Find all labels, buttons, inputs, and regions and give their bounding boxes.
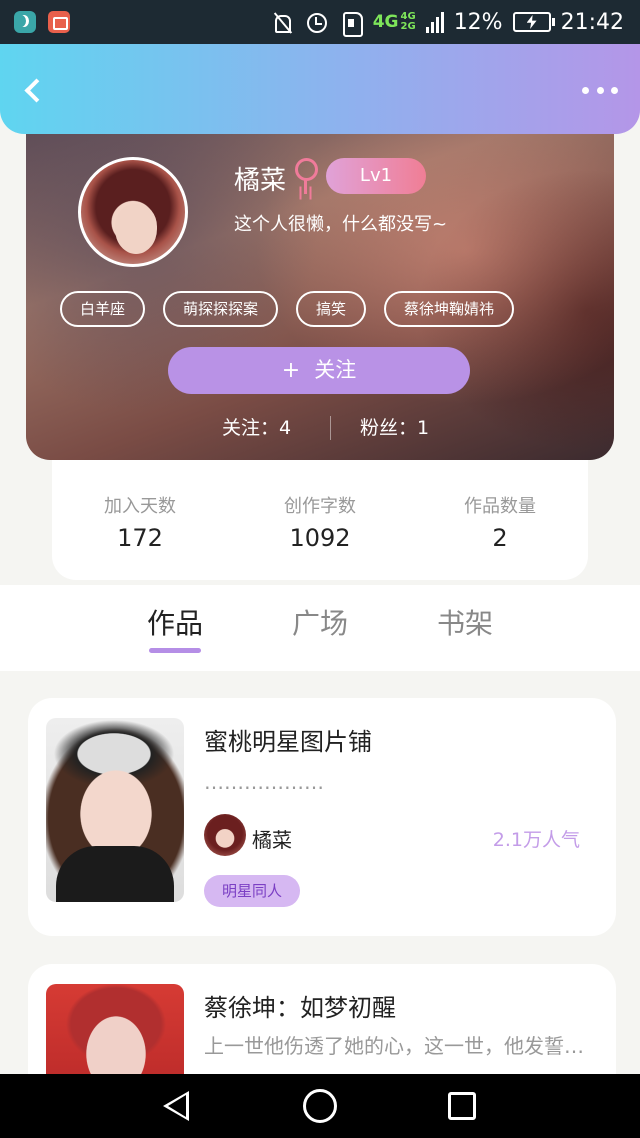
system-nav-bar [0, 1074, 640, 1138]
status-bar: 4G 4G 2G 12% 21:42 [0, 0, 640, 44]
profile-name: 橘菜 [234, 166, 287, 196]
divider [330, 416, 331, 440]
clock: 21:42 [560, 9, 624, 35]
female-icon [292, 156, 320, 196]
author-name[interactable]: 橘菜 [252, 824, 292, 853]
stat-value: 1092 [289, 524, 351, 552]
plus-icon: + [281, 358, 301, 383]
follow-label: 关注 [314, 358, 357, 382]
profile-tag[interactable]: 搞笑 [296, 291, 367, 327]
moon-app-icon [14, 11, 36, 33]
popularity-count: 2.1万人气 [492, 829, 580, 851]
nav-recents-icon[interactable] [448, 1092, 476, 1120]
tab-works[interactable]: 作品 [147, 602, 203, 642]
author-avatar[interactable] [204, 814, 246, 856]
work-description: 上一世他伤透了她的心，这一世，他发誓… [204, 1034, 584, 1058]
signal-icon [425, 11, 444, 33]
profile-tags: 白羊座 萌探探探案 搞笑 蔡徐坤鞠婧祎 [60, 291, 515, 327]
profile-tag[interactable]: 蔡徐坤鞠婧祎 [384, 291, 515, 327]
profile-tag[interactable]: 白羊座 [60, 291, 146, 327]
stats-card: 加入天数 172 创作字数 1092 作品数量 2 [52, 450, 588, 580]
avatar[interactable] [78, 157, 188, 267]
header-bar [0, 44, 640, 134]
category-tag[interactable]: 明星同人 [204, 875, 301, 907]
stat-label: 加入天数 [104, 496, 176, 517]
profile-tag[interactable]: 萌探探探案 [163, 291, 279, 327]
tab-square[interactable]: 广场 [292, 602, 348, 642]
tab-bookshelf[interactable]: 书架 [437, 602, 493, 642]
back-arrow-icon[interactable] [20, 76, 46, 106]
stat-value: 172 [117, 524, 163, 552]
battery-charging-icon [512, 12, 555, 32]
battery-percent: 12% [453, 9, 503, 35]
network-type-icon: 4G 4G 2G [372, 11, 416, 32]
level-badge: Lv1 [326, 158, 426, 194]
fans-count[interactable]: 粉丝：1 [360, 413, 429, 440]
mute-icon [271, 10, 295, 34]
work-title[interactable]: 蔡徐坤：如梦初醒 [204, 988, 396, 1023]
work-card[interactable]: 蜜桃明星图片铺 ……………… 橘菜 2.1万人气 明星同人 [28, 698, 616, 936]
stat-join-days: 加入天数 172 [60, 492, 220, 552]
profile-card: 橘菜 Lv1 这个人很懒，什么都没写~ 白羊座 萌探探探案 搞笑 蔡徐坤鞠婧祎 … [26, 110, 614, 460]
stat-word-count: 创作字数 1092 [240, 492, 400, 552]
work-description: ……………… [204, 770, 324, 794]
stat-label: 作品数量 [464, 496, 536, 517]
follow-counts: 关注：4 粉丝：1 [26, 413, 614, 443]
tab-indicator [149, 648, 201, 653]
inbox-app-icon [48, 11, 70, 33]
follow-button[interactable]: + 关注 [168, 347, 470, 394]
work-cover-image[interactable] [46, 718, 184, 902]
profile-bio: 这个人很懒，什么都没写~ [234, 214, 448, 235]
stat-value: 2 [492, 524, 508, 552]
following-count[interactable]: 关注：4 [222, 413, 291, 440]
nav-back-icon[interactable] [163, 1091, 189, 1121]
work-title[interactable]: 蜜桃明星图片铺 [204, 722, 372, 757]
sim-card-icon [339, 10, 363, 37]
more-options-icon[interactable] [582, 84, 618, 96]
nav-home-icon[interactable] [303, 1089, 337, 1123]
stat-works-count: 作品数量 2 [420, 492, 580, 552]
stat-label: 创作字数 [284, 496, 356, 517]
alarm-icon [305, 10, 329, 34]
